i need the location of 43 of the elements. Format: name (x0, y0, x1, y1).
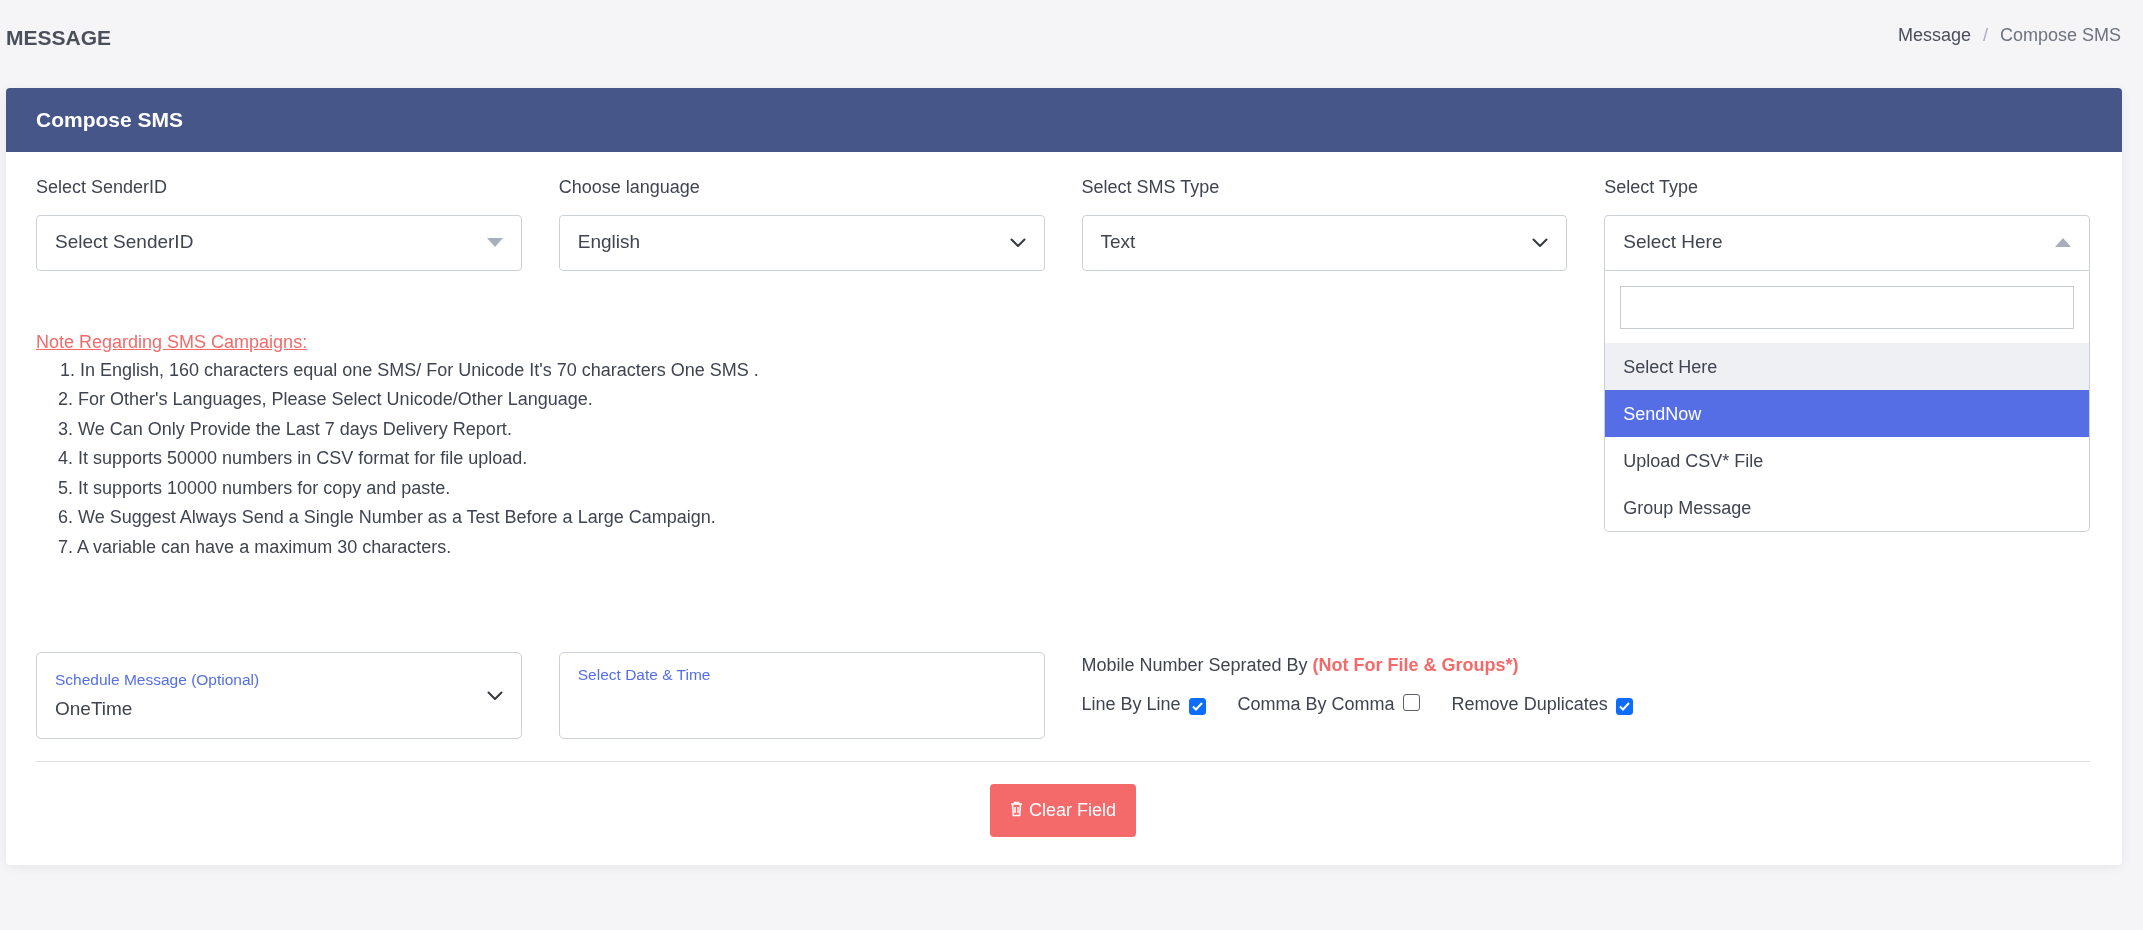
checkbox[interactable] (1402, 694, 1420, 711)
dropdown-option[interactable]: Select Here (1605, 342, 2089, 390)
breadcrumb-divider: / (1982, 24, 1988, 47)
schedule-select[interactable]: Schedule Message (Optional) OneTime (36, 652, 522, 739)
dropdown-option[interactable]: Upload CSV* File (1605, 436, 2089, 484)
note-item: 2. For Other's Languages, Please Select Unicode/Other Language. (57, 388, 593, 411)
triangle-down-icon (486, 238, 503, 247)
select-field[interactable]: English (558, 214, 1045, 271)
field-label: Select SMS Type (1081, 175, 1221, 199)
note-item: 1. In English, 160 characters equal one SMS/ For Unicode It's 70 characters One SMS . (59, 358, 759, 382)
check-icon (1191, 702, 1203, 711)
note-item: 5. It supports 10000 numbers for copy and paste. (57, 476, 451, 500)
dropdown-option[interactable]: Group Message (1605, 483, 2089, 531)
dropdown-option[interactable]: SendNow (1605, 389, 2089, 437)
card-header: Compose SMS (6, 88, 2122, 152)
check-icon (1618, 702, 1630, 711)
field-label: Choose language (558, 175, 701, 199)
date-time-field[interactable]: Select Date & Time (558, 652, 1045, 739)
triangle-up-icon (2055, 238, 2071, 247)
search-field[interactable] (1620, 285, 2074, 329)
note-item: 4. It supports 50000 numbers in CSV format for file upload. (57, 447, 528, 470)
page-title: MESSAGE (6, 25, 112, 51)
note-item: 7. A variable can have a maximum 30 characters. (57, 535, 452, 559)
select-field[interactable]: Select Here (1604, 214, 2090, 271)
checkbox[interactable] (1615, 698, 1633, 715)
trash-icon (1010, 801, 1023, 817)
note-item: 6. We Suggest Always Send a Single Number as a Test Before a Large Campaign. (57, 506, 716, 529)
breadcrumb-link[interactable]: Message (1897, 22, 1971, 49)
field-label: Select SenderID (36, 175, 169, 199)
note-item: 3. We Can Only Provide the Last 7 days Delivery Report. (57, 417, 512, 441)
checkbox[interactable] (1188, 698, 1206, 715)
select-field[interactable]: Select SenderID (36, 214, 522, 271)
checkbox-label: Line By Line (1081, 694, 1181, 714)
chevron-down-icon (486, 690, 503, 701)
notes-heading: Note Regarding SMS Campaigns: (36, 330, 308, 354)
checkbox-label: Comma By Comma (1237, 694, 1395, 714)
separator-label: Mobile Number Seprated By (Not For File & Groups*) (1081, 654, 1520, 677)
chevron-down-icon (1532, 237, 1549, 248)
select-field[interactable]: Text (1081, 214, 1568, 271)
breadcrumb-current: Compose SMS (1999, 24, 2121, 47)
field-label: Select Type (1604, 175, 1699, 199)
chevron-down-icon (1009, 237, 1026, 248)
checkbox-label: Remove Duplicates (1451, 694, 1608, 714)
